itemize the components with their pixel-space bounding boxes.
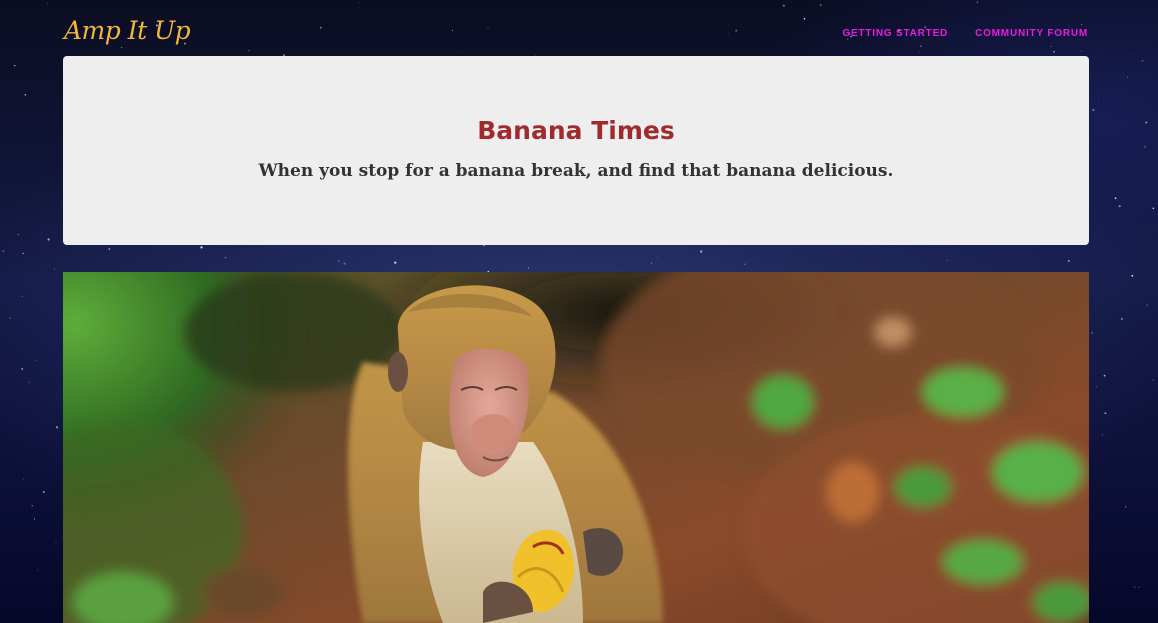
star [1095,385,1097,388]
star [1104,412,1107,415]
star [1125,506,1127,508]
star [21,295,23,297]
star [47,238,50,241]
star [1133,586,1136,589]
nav-link-getting-started[interactable]: Getting Started [842,28,948,39]
monkey-photo [63,272,1089,623]
star [1138,586,1140,588]
star [1100,412,1102,414]
star [1152,207,1155,210]
star [394,261,397,264]
star [947,259,949,261]
star [224,256,227,259]
star [33,518,35,520]
star [650,262,652,264]
top-navigation: Amp It Up Getting Started Community Foru… [0,0,1158,56]
star [337,260,340,262]
star [21,368,24,370]
star [1141,59,1144,62]
star [1120,317,1124,321]
star [700,250,703,253]
star [14,64,16,67]
brand-logo-link[interactable]: Amp It Up [64,16,191,45]
star [42,491,45,493]
star [1152,379,1155,381]
star [1103,374,1106,377]
star [1131,274,1134,277]
star [1101,434,1104,436]
star [1145,121,1148,124]
star [17,234,19,236]
star [28,381,30,383]
star [1146,304,1149,306]
star [58,268,60,270]
nav-link-community-forum[interactable]: Community Forum [975,28,1088,39]
star [31,505,33,507]
star [55,542,57,544]
star [1092,108,1095,112]
hero-card: Banana Times When you stop for a banana … [63,56,1089,245]
star [1127,76,1129,78]
page-subtitle: When you stop for a banana break, and fi… [258,161,894,181]
star [527,267,529,269]
star [343,262,346,265]
star [35,360,38,362]
star [9,317,11,319]
page-title: Banana Times [477,116,675,145]
star [1098,101,1099,103]
star [1090,331,1093,334]
star [24,94,27,96]
star [99,248,101,250]
monkey-eating-banana-image [63,272,1089,623]
star [657,257,659,259]
star [108,248,111,250]
star [1143,145,1146,148]
star [55,426,59,429]
star [1114,197,1117,200]
star [1118,205,1121,208]
star [45,161,47,163]
nav-links: Getting Started Community Forum [842,28,1088,39]
star [36,569,38,571]
star [61,201,62,203]
star [53,268,55,270]
star [22,252,24,255]
star [22,478,24,480]
star [744,263,746,265]
star [1067,259,1070,262]
star [2,250,5,253]
star [200,246,203,249]
